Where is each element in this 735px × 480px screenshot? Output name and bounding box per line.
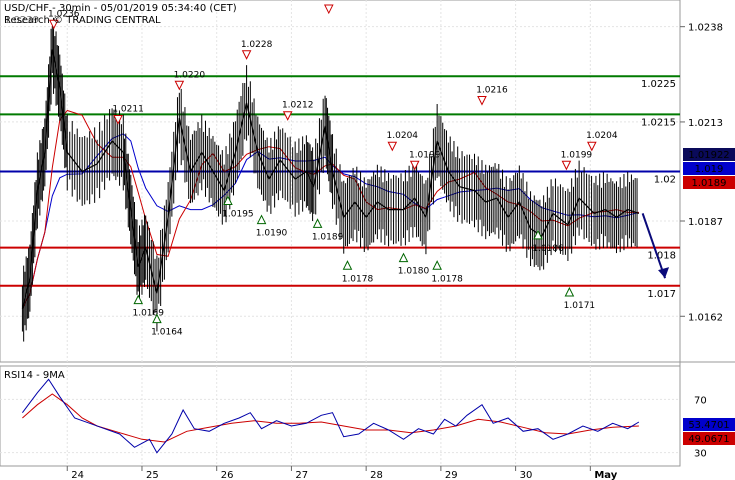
x-tick-label: 27 [295,470,308,480]
low-marker-label: 1.0180 [398,267,430,277]
level-label-pivot: 1.02 [654,174,676,185]
rsi-title: RSI14 - 9MA [4,370,65,381]
high-marker-label: 1.0199 [561,150,593,160]
high-marker-label: 1.0211 [112,105,144,115]
x-tick-label: 26 [221,470,234,480]
low-marker-label: 1.0189 [312,232,344,242]
y-tick-label: 1.0187 [688,217,723,228]
y-tick-label: 1.0162 [688,312,723,323]
price-box-label: 1.0189 [692,178,727,189]
rsi-value-box-label: 49.0671 [688,434,729,445]
level-label-support: 1.018 [647,251,676,262]
high-marker-label: 1.0228 [241,40,273,50]
low-marker-label: 1.0186 [532,244,564,254]
chart-title: USD/CHF - 30min - 05/01/2019 05:34:40 (C… [4,3,237,14]
x-tick-label: 30 [520,470,533,480]
low-marker-label: 1.0178 [342,274,374,284]
low-marker-label: 1.0190 [256,229,288,239]
x-tick-label: 28 [370,470,383,480]
forex-chart: 1.02251.02151.021.0181.017 1.02361.02111… [0,0,735,480]
low-marker-label: 1.0164 [151,328,183,338]
x-tick-label: May [594,470,617,480]
high-marker-label: 1.0204 [586,131,618,141]
low-marker-label: 1.0169 [132,309,164,319]
box-layer: 1.01922 1.019 1.0189 53.4701 49.0671 [683,148,735,445]
x-tick-label: 24 [71,470,84,480]
y-tick-label: 1.0238 [688,23,723,34]
rsi-value-box-label: 53.4701 [688,420,729,431]
x-tick-label: 29 [445,470,458,480]
rsi-y-tick-label: 70 [694,395,707,406]
price-box-label: 1.01922 [688,150,729,161]
rsi-y-tick-label: 30 [694,449,707,460]
rsi-panel-frame [0,365,681,467]
x-tick-label: 25 [146,470,159,480]
high-marker-label: 1.0199 [409,150,441,160]
low-marker-label: 1.0178 [431,274,463,284]
low-marker-label: 1.0171 [564,301,596,311]
high-marker-label: 1.0220 [174,70,206,80]
level-label-resistance: 1.0215 [641,117,676,128]
high-marker-label: 1.0216 [476,86,508,96]
high-marker-label: 1.0204 [387,131,419,141]
level-label-resistance: 1.0225 [641,79,676,90]
high-marker-label: 1.0212 [282,101,314,111]
low-marker-label: 1.0195 [222,210,254,220]
chart-source: Research © TRADING CENTRAL [4,15,161,26]
y-tick-label: 1.0213 [688,118,723,129]
level-label-support: 1.017 [647,289,676,300]
price-box-label: 1.019 [695,164,724,175]
